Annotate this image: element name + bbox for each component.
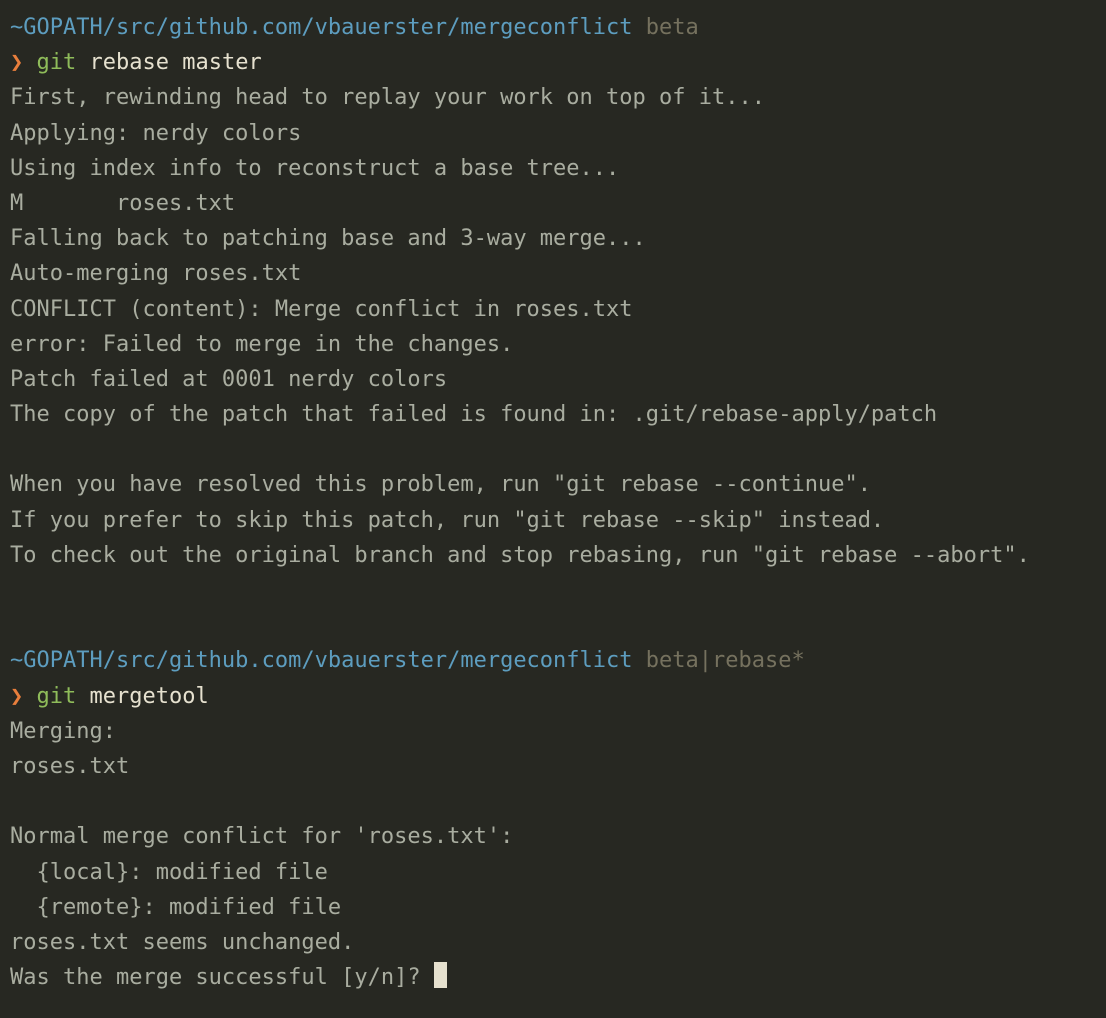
git-command: git	[37, 50, 77, 75]
prompt-input-line[interactable]: Was the merge successful [y/n]?	[10, 960, 1096, 995]
output-line: If you prefer to skip this patch, run "g…	[10, 503, 1096, 538]
blank-line	[10, 784, 1096, 819]
output-line: When you have resolved this problem, run…	[10, 467, 1096, 502]
output-line: Patch failed at 0001 nerdy colors	[10, 362, 1096, 397]
output-line: Normal merge conflict for 'roses.txt':	[10, 819, 1096, 854]
output-line: {remote}: modified file	[10, 890, 1096, 925]
git-branch: beta	[646, 15, 699, 40]
prompt-chevron-icon: ❯	[10, 684, 23, 709]
merge-question: Was the merge successful [y/n]?	[10, 965, 434, 990]
output-line: CONFLICT (content): Merge conflict in ro…	[10, 292, 1096, 327]
output-line: M roses.txt	[10, 186, 1096, 221]
output-line: Falling back to patching base and 3-way …	[10, 221, 1096, 256]
prompt-chevron-icon: ❯	[10, 50, 23, 75]
cwd-path: ~GOPATH/src/github.com/vbauerster/mergec…	[10, 648, 633, 673]
output-line: Auto-merging roses.txt	[10, 256, 1096, 291]
command-line-1: ❯ git rebase master	[10, 45, 1096, 80]
git-branch: beta|rebase*	[646, 648, 805, 673]
cursor-icon	[434, 962, 447, 988]
git-command: git	[37, 684, 77, 709]
blank-line	[10, 432, 1096, 467]
git-args: mergetool	[90, 684, 209, 709]
output-line: {local}: modified file	[10, 855, 1096, 890]
output-line: Using index info to reconstruct a base t…	[10, 151, 1096, 186]
output-line: Merging:	[10, 714, 1096, 749]
output-line: The copy of the patch that failed is fou…	[10, 397, 1096, 432]
output-line: roses.txt	[10, 749, 1096, 784]
output-line: To check out the original branch and sto…	[10, 538, 1096, 573]
command-line-2: ❯ git mergetool	[10, 679, 1096, 714]
output-line: Applying: nerdy colors	[10, 116, 1096, 151]
prompt-line-2: ~GOPATH/src/github.com/vbauerster/mergec…	[10, 643, 1096, 678]
output-line: roses.txt seems unchanged.	[10, 925, 1096, 960]
git-args: rebase master	[90, 50, 262, 75]
output-line: First, rewinding head to replay your wor…	[10, 80, 1096, 115]
output-line: error: Failed to merge in the changes.	[10, 327, 1096, 362]
blank-line	[10, 573, 1096, 608]
blank-line	[10, 608, 1096, 643]
cwd-path: ~GOPATH/src/github.com/vbauerster/mergec…	[10, 15, 633, 40]
prompt-line-1: ~GOPATH/src/github.com/vbauerster/mergec…	[10, 10, 1096, 45]
terminal[interactable]: ~GOPATH/src/github.com/vbauerster/mergec…	[10, 10, 1096, 995]
